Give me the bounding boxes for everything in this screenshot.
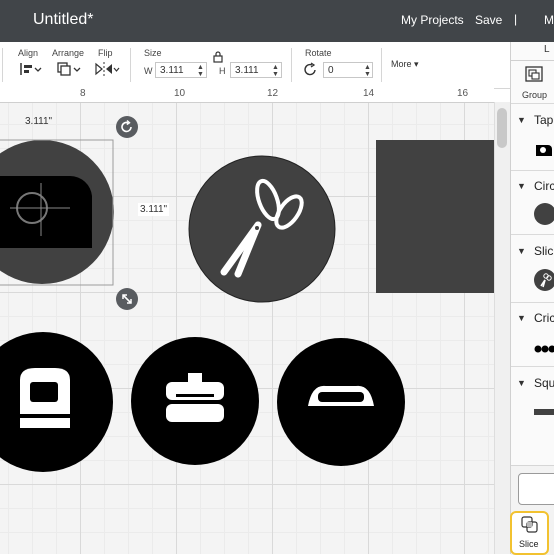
rotate-icon[interactable]	[303, 62, 319, 78]
layer-square-thumbnail	[534, 409, 554, 415]
group-button-label[interactable]: Group	[522, 90, 547, 100]
chevron-down-icon[interactable]: ▼	[517, 246, 526, 256]
height-stepper-icon[interactable]: ▲▼	[272, 64, 279, 78]
rotate-stepper-icon[interactable]: ▲▼	[364, 64, 371, 78]
ruler-tick: 8	[80, 88, 86, 99]
panel-divider	[511, 366, 554, 367]
toolbar-divider	[130, 48, 131, 82]
panel-divider	[511, 103, 554, 104]
panel-divider	[511, 170, 554, 171]
layers-panel-title: L	[544, 44, 550, 55]
layer-circle-thumbnail	[534, 203, 554, 225]
chevron-down-icon[interactable]: ▼	[517, 378, 526, 388]
chevron-down-icon[interactable]: ▼	[517, 313, 526, 323]
height-value: 3.111	[235, 65, 259, 76]
machine-circle-2[interactable]	[131, 337, 259, 465]
resize-handle[interactable]	[116, 288, 138, 310]
scissors-icon	[534, 269, 554, 291]
layer-circle-label[interactable]: Circ	[534, 179, 554, 193]
tape-dispenser-shape[interactable]	[0, 140, 114, 284]
panel-action-button[interactable]	[518, 473, 554, 505]
layer-square-label[interactable]: Squ	[534, 376, 554, 390]
machine-circle-3[interactable]	[277, 338, 405, 466]
design-canvas[interactable]: 3.111" 3.111"	[0, 88, 494, 554]
layer-tape-thumbnail	[536, 143, 554, 157]
square-shape[interactable]	[376, 140, 494, 293]
flip-icon[interactable]	[94, 60, 120, 78]
width-stepper-icon[interactable]: ▲▼	[197, 64, 204, 78]
more-label: More	[391, 59, 412, 69]
ruler-tick: 10	[174, 88, 185, 99]
vertical-scrollbar[interactable]	[494, 102, 511, 554]
panel-divider	[511, 302, 554, 303]
slice-button[interactable]: Slice	[510, 511, 549, 555]
panel-divider	[511, 234, 554, 235]
make-it-button[interactable]: M	[544, 13, 554, 27]
project-title[interactable]: Untitled*	[33, 11, 93, 29]
lock-icon[interactable]	[212, 50, 224, 62]
ruler-tick: 16	[457, 88, 468, 99]
ruler-tick: 14	[363, 88, 374, 99]
scrollbar-thumb[interactable]	[497, 108, 507, 148]
rotate-handle[interactable]	[116, 116, 138, 138]
layer-tape-label[interactable]: Tap	[534, 113, 553, 127]
slice-label: Slice	[519, 539, 539, 549]
width-readout: 3.111"	[25, 116, 52, 127]
flip-label: Flip	[98, 48, 113, 58]
layer-slice-thumbnail	[534, 269, 554, 291]
horizontal-ruler: 8 10 12 14 16	[0, 88, 494, 103]
more-menu[interactable]: More ▾	[391, 59, 419, 70]
width-value: 3.111	[160, 65, 184, 76]
slice-icon	[521, 516, 539, 534]
toolbar-divider	[291, 48, 292, 82]
toolbar-divider	[381, 48, 382, 82]
scissors-shape[interactable]	[189, 156, 335, 302]
height-label: H	[219, 66, 226, 76]
align-label: Align	[18, 48, 38, 58]
chevron-down-icon[interactable]: ▼	[517, 181, 526, 191]
group-icon[interactable]	[524, 65, 544, 83]
width-label: W	[144, 66, 153, 76]
panel-divider	[511, 60, 554, 61]
ruler-tick: 12	[267, 88, 278, 99]
layer-cricut-thumbnail	[534, 341, 554, 351]
rotate-label: Rotate	[305, 48, 332, 58]
arrange-label: Arrange	[52, 48, 84, 58]
chevron-down-icon[interactable]: ▼	[517, 115, 526, 125]
resize-arrows-icon	[116, 288, 138, 310]
machine-circle-1[interactable]	[0, 332, 113, 472]
save-button[interactable]: Save	[475, 13, 502, 27]
rotate-value: 0	[328, 65, 334, 76]
size-label: Size	[144, 48, 162, 58]
canvas-shapes	[0, 88, 494, 554]
caret-down-icon: ▾	[414, 59, 419, 69]
header-separator: |	[514, 12, 517, 26]
layer-slice-label[interactable]: Slic	[534, 244, 553, 258]
height-readout: 3.111"	[138, 203, 169, 216]
toolbar-divider	[2, 48, 3, 82]
my-projects-link[interactable]: My Projects	[401, 13, 464, 27]
align-icon[interactable]	[18, 60, 42, 78]
arrange-icon[interactable]	[55, 60, 81, 78]
rotate-handle-icon	[116, 116, 138, 138]
layer-cricut-label[interactable]: Cric	[534, 311, 554, 325]
